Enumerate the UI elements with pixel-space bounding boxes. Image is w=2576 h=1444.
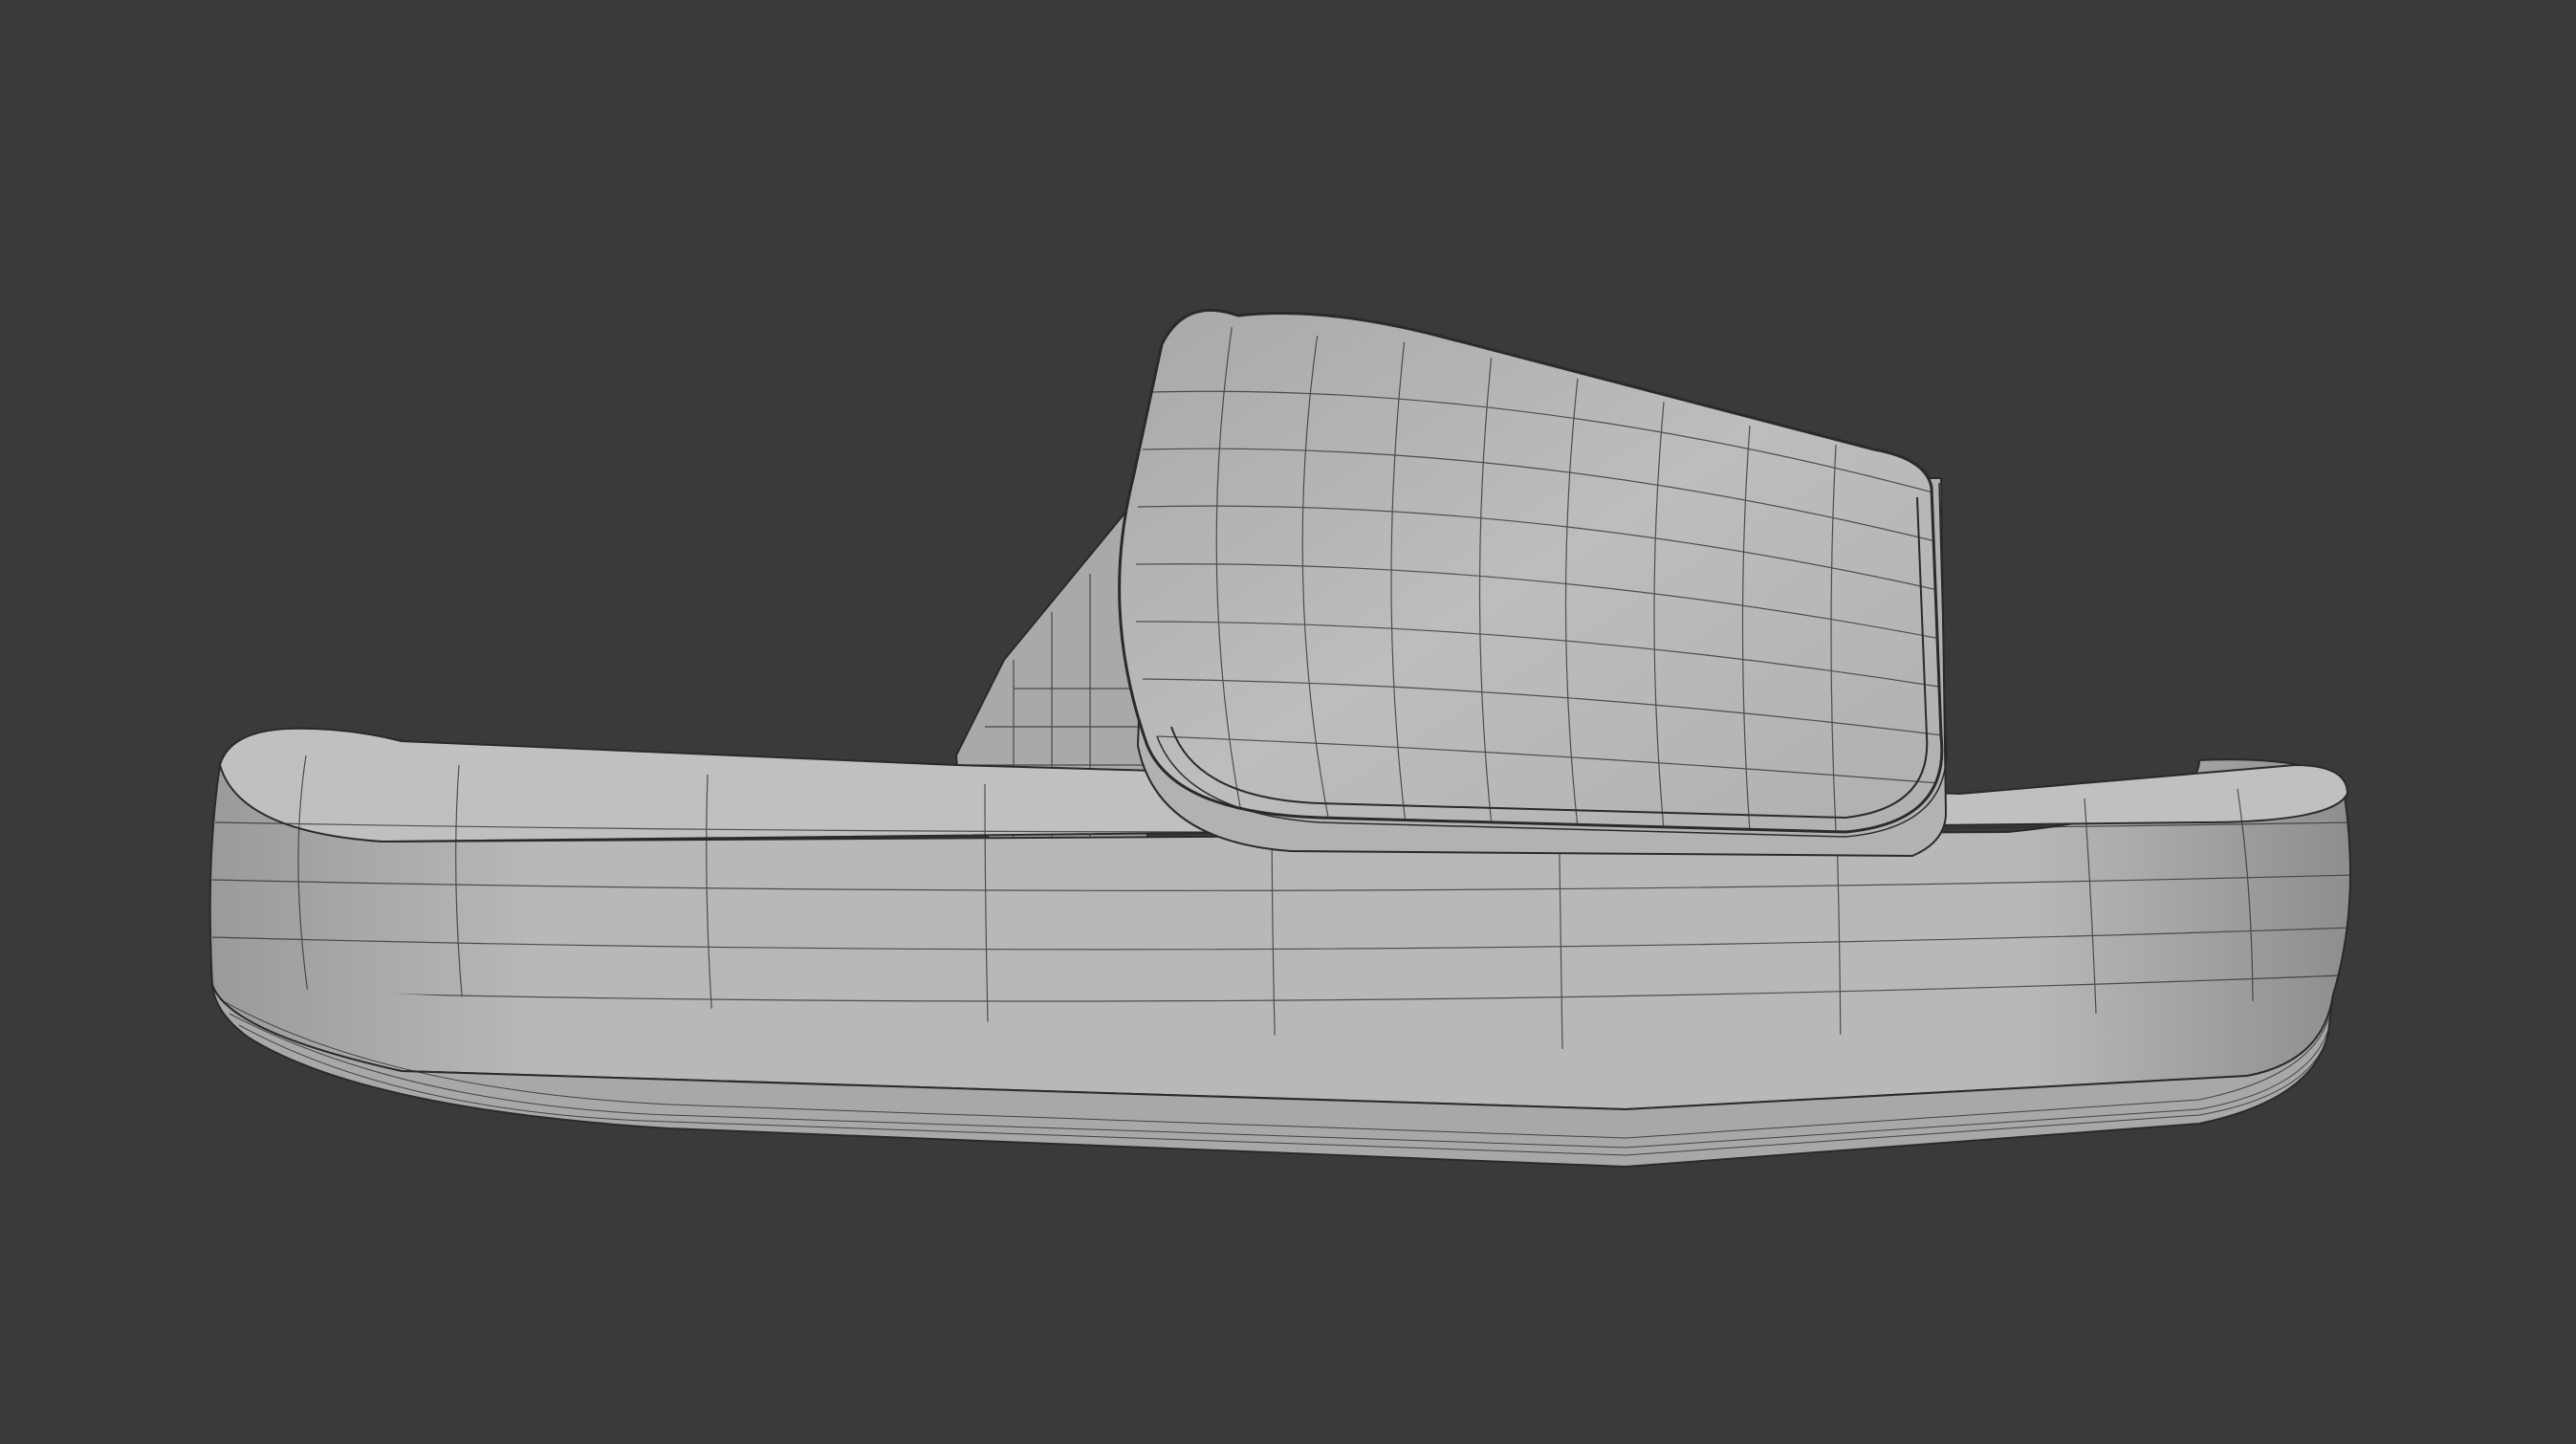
sandal-model[interactable] (0, 0, 2576, 1444)
strap-flap (1118, 308, 1948, 838)
3d-viewport[interactable] (0, 0, 2576, 1444)
